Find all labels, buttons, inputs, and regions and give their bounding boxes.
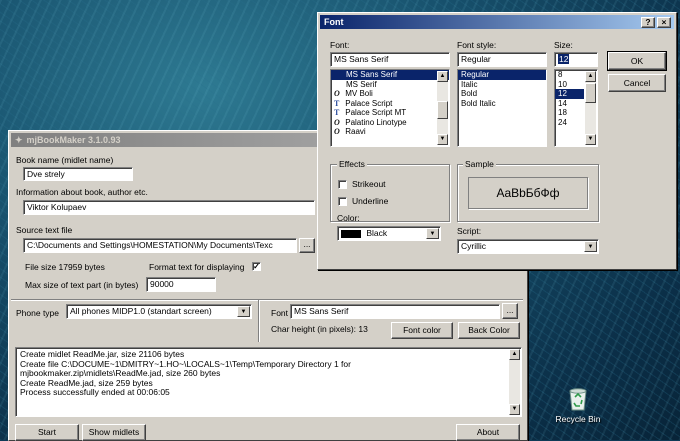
font-size-label: Size:	[554, 40, 573, 50]
phone-type-label: Phone type	[16, 308, 60, 318]
font-style-field[interactable]: Regular	[457, 52, 547, 67]
font-field[interactable]: MS Sans Serif	[290, 304, 500, 319]
phone-type-value: All phones MIDP1.0 (standart screen)	[70, 306, 212, 316]
font-size-field[interactable]: 12	[554, 52, 598, 67]
format-text-label: Format text for displaying	[149, 262, 245, 272]
font-name-list[interactable]: MS Sans Serif MS Serif O MV Boli T Palac…	[330, 69, 450, 147]
book-info-label: Information about book, author etc.	[16, 187, 148, 197]
show-midlets-button[interactable]: Show midlets	[82, 424, 146, 441]
chevron-down-icon[interactable]: ▼	[237, 306, 250, 317]
main-window-title: mjBookMaker 3.1.0.93	[26, 135, 121, 145]
list-item[interactable]: 12	[555, 89, 584, 99]
font-dialog-title: Font	[324, 17, 344, 27]
scroll-down-arrow-icon[interactable]: ▼	[437, 134, 448, 145]
list-item[interactable]: Italic	[458, 80, 546, 90]
phone-type-select[interactable]: All phones MIDP1.0 (standart screen) ▼	[66, 304, 252, 319]
recycle-bin-icon	[569, 388, 587, 411]
color-swatch	[341, 229, 361, 238]
color-select[interactable]: Black ▼	[337, 226, 441, 241]
cancel-button[interactable]: Cancel	[608, 74, 666, 92]
font-list-scrollbar[interactable]: ▲ ▼	[437, 71, 448, 145]
format-text-checkbox[interactable]: ✓	[252, 262, 261, 271]
font-style-label: Font style:	[457, 40, 497, 50]
log-line: Process successfully ended at 00:06:05	[20, 387, 170, 397]
sample-text: AaBbБбФф	[496, 186, 560, 200]
about-button[interactable]: About	[456, 424, 520, 441]
list-item[interactable]: Bold Italic	[458, 99, 546, 109]
scroll-thumb[interactable]	[437, 101, 448, 119]
color-value: Black	[366, 228, 388, 238]
script-value: Cyrillic	[461, 241, 487, 251]
font-style-list[interactable]: Regular Italic Bold Bold Italic	[457, 69, 547, 147]
font-dialog: Font ? × Font: MS Sans Serif MS Sans Ser…	[317, 12, 677, 270]
scroll-down-arrow-icon[interactable]: ▼	[509, 404, 520, 415]
font-label: Font	[271, 308, 289, 318]
list-item[interactable]: T Palace Script MT	[331, 108, 449, 118]
section-divider	[11, 299, 523, 301]
font-name-field[interactable]: MS Sans Serif	[330, 52, 450, 67]
scroll-down-arrow-icon[interactable]: ▼	[585, 134, 596, 145]
script-label: Script:	[457, 226, 482, 236]
strikeout-checkbox[interactable]	[338, 180, 347, 189]
start-button[interactable]: Start	[15, 424, 79, 441]
effects-group-label: Effects	[337, 159, 367, 169]
help-button[interactable]: ?	[641, 17, 655, 28]
app-icon: ✦	[15, 135, 23, 145]
list-item[interactable]: Bold	[458, 89, 546, 99]
list-item[interactable]: MS Serif	[331, 80, 449, 90]
close-button[interactable]: ×	[657, 17, 671, 28]
back-color-button[interactable]: Back Color	[458, 322, 520, 339]
log-scrollbar[interactable]: ▲ ▼	[509, 349, 520, 415]
strikeout-label: Strikeout	[352, 179, 386, 189]
source-file-label: Source text file	[16, 225, 73, 235]
source-file-field[interactable]: C:\Documents and Settings\HOMESTATION\My…	[23, 238, 297, 253]
scroll-up-arrow-icon[interactable]: ▲	[509, 349, 520, 360]
recycle-bin-shortcut[interactable]: Recycle Bin	[548, 385, 608, 430]
font-size-list[interactable]: 8 10 12 14 18 24 ▲ ▼	[554, 69, 598, 147]
truetype-font-icon: T	[334, 98, 340, 108]
opentype-font-icon: O	[334, 117, 340, 127]
font-color-button[interactable]: Font color	[391, 322, 453, 339]
font-section-divider	[258, 300, 260, 342]
font-browse-button[interactable]: ...	[502, 303, 518, 319]
chevron-down-icon[interactable]: ▼	[584, 241, 597, 252]
opentype-font-icon: O	[334, 127, 340, 136]
book-name-field[interactable]: Dve strely	[23, 167, 133, 181]
list-item[interactable]: MS Sans Serif	[331, 70, 449, 80]
source-browse-button[interactable]: ...	[299, 238, 315, 253]
list-item[interactable]: O Raavi	[331, 127, 449, 137]
max-size-label: Max size of text part (in bytes)	[25, 280, 139, 290]
file-size-text: File size 17959 bytes	[25, 262, 105, 272]
ok-button[interactable]: OK	[608, 52, 666, 70]
scroll-up-arrow-icon[interactable]: ▲	[585, 71, 596, 82]
list-item[interactable]: O Palatino Linotype	[331, 118, 449, 128]
underline-checkbox[interactable]	[338, 197, 347, 206]
font-dialog-titlebar[interactable]: Font	[320, 15, 674, 29]
book-name-label: Book name (midlet name)	[16, 155, 114, 165]
log-textarea[interactable]: Create midlet ReadMe.jar, size 21106 byt…	[15, 347, 522, 417]
underline-label: Underline	[352, 196, 389, 206]
sample-preview: AaBbБбФф	[468, 177, 588, 209]
char-height-text: Char height (in pixels): 13	[271, 324, 368, 334]
scroll-up-arrow-icon[interactable]: ▲	[437, 71, 448, 82]
book-info-field[interactable]: Viktor Kolupaev	[23, 200, 315, 215]
opentype-font-icon: O	[334, 89, 340, 98]
list-item[interactable]: O MV Boli	[331, 89, 449, 99]
script-select[interactable]: Cyrillic ▼	[457, 239, 599, 254]
list-item[interactable]: T Palace Script	[331, 99, 449, 109]
list-item[interactable]: Regular	[458, 70, 546, 80]
scroll-thumb[interactable]	[585, 83, 596, 103]
sample-group-label: Sample	[463, 159, 496, 169]
truetype-font-icon: T	[334, 108, 340, 117]
recycle-bin-label: Recycle Bin	[555, 414, 601, 424]
color-label: Color:	[337, 213, 360, 223]
size-list-scrollbar[interactable]: ▲ ▼	[585, 71, 596, 145]
max-size-field[interactable]: 90000	[146, 277, 216, 292]
font-size-value: 12	[558, 54, 570, 64]
chevron-down-icon[interactable]: ▼	[426, 228, 439, 239]
font-name-label: Font:	[330, 40, 350, 50]
